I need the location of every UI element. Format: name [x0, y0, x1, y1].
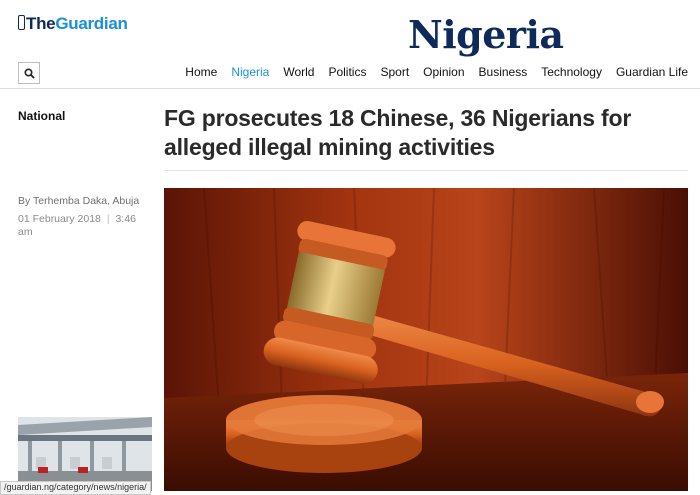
byline: By Terhemba Daka, Abuja	[18, 195, 139, 207]
dateline: 01 February 2018 | 3:46 am	[18, 213, 148, 239]
search-icon	[23, 67, 35, 79]
logo-name: Guardian	[55, 14, 128, 33]
main-nav: Home Nigeria World Politics Sport Opinio…	[171, 65, 688, 79]
section-title[interactable]: Nigeria	[408, 12, 564, 57]
article-headline: FG prosecutes 18 Chinese, 36 Nigerians f…	[164, 105, 632, 160]
publish-date: 01 February 2018	[18, 213, 101, 225]
headline-divider	[164, 170, 688, 171]
nav-item-home[interactable]: Home	[185, 65, 217, 79]
nav-item-sport[interactable]: Sport	[380, 65, 409, 79]
related-thumbnail[interactable]	[18, 417, 152, 491]
date-separator: |	[106, 213, 110, 225]
toll-plaza-photo	[18, 417, 152, 491]
nav-divider	[0, 88, 700, 89]
gavel-illustration	[164, 188, 688, 491]
nav-item-guardian-life[interactable]: Guardian Life	[616, 65, 688, 79]
site-logo[interactable]: TheGuardian	[18, 14, 128, 34]
nav-item-technology[interactable]: Technology	[541, 65, 602, 79]
article-category[interactable]: National	[18, 109, 65, 123]
browser-status-bar: /guardian.ng/category/news/nigeria/	[0, 481, 151, 495]
byline-prefix: By	[18, 195, 31, 207]
nav-item-world[interactable]: World	[283, 65, 314, 79]
nav-item-nigeria[interactable]: Nigeria	[231, 65, 269, 79]
nav-item-business[interactable]: Business	[479, 65, 528, 79]
nav-item-opinion[interactable]: Opinion	[423, 65, 464, 79]
hero-image-gavel	[164, 188, 688, 491]
search-button[interactable]	[18, 62, 40, 84]
logo-key-icon	[18, 15, 25, 30]
nav-item-politics[interactable]: Politics	[328, 65, 366, 79]
logo-prefix: The	[26, 14, 56, 33]
author-link[interactable]: Terhemba Daka, Abuja	[33, 195, 139, 207]
